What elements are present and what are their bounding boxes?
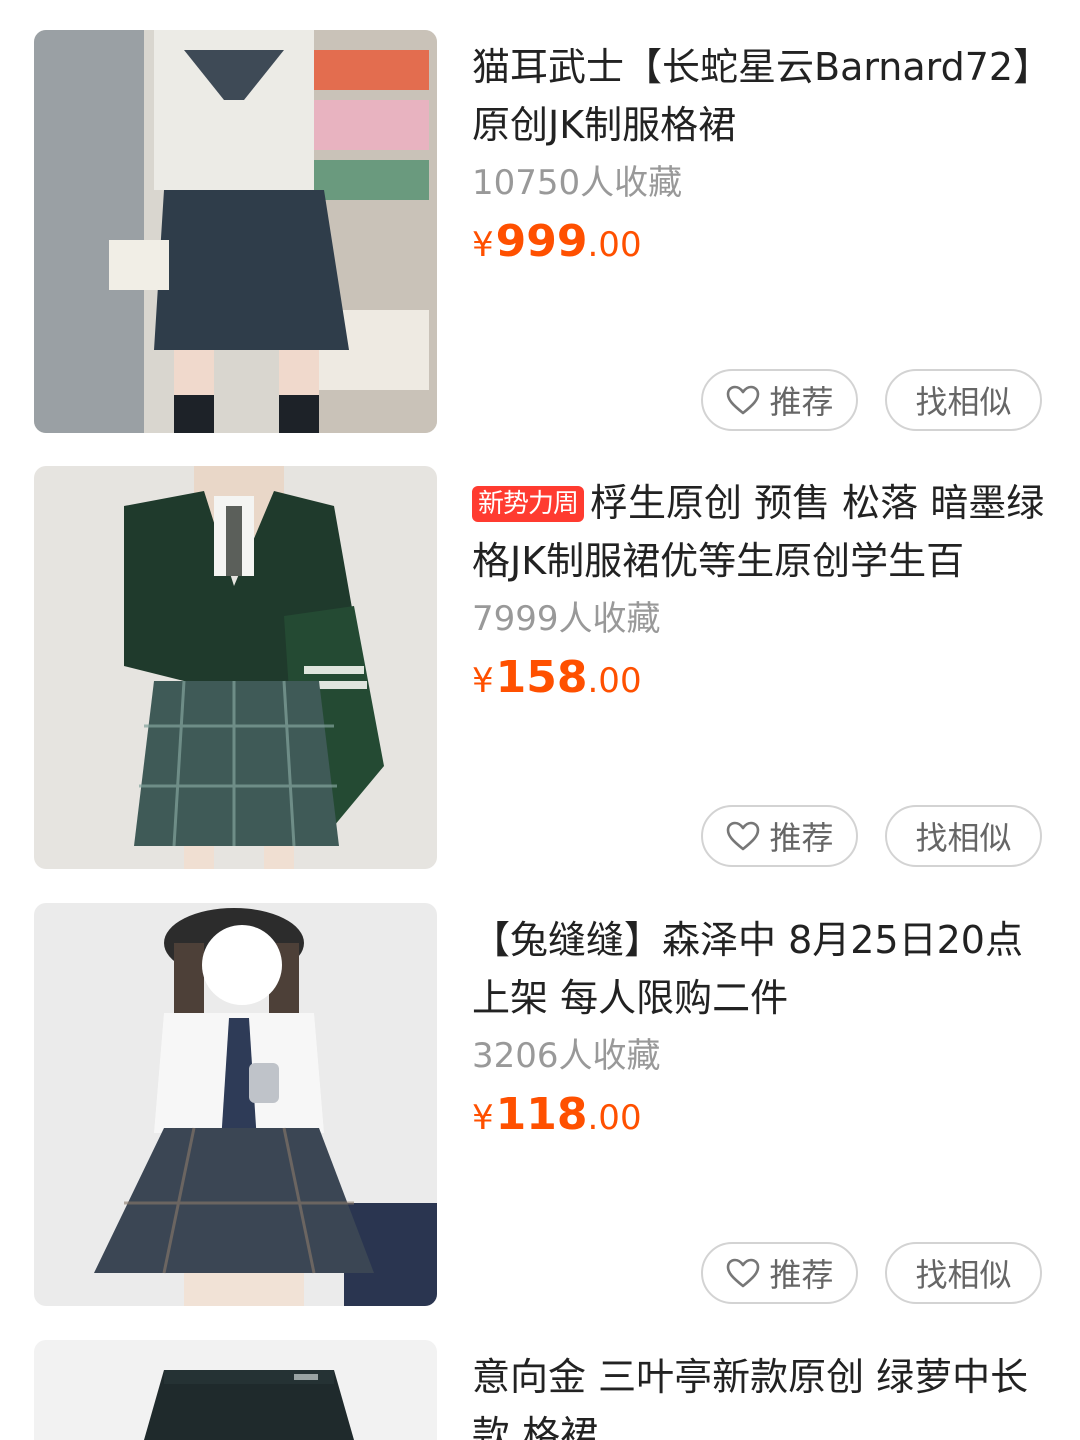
recommend-label: 推荐 [769, 819, 834, 857]
product-photo-uniform-shirt [34, 903, 437, 1306]
price: ¥118.00 [472, 1085, 642, 1154]
price-currency: ¥ [472, 225, 494, 265]
price: ¥158.00 [472, 648, 642, 717]
price-currency: ¥ [472, 661, 494, 701]
product-title-text: 【兔缝缝】森泽中 8月25日20点上架 每人限购二件 [472, 918, 1023, 1020]
product-title[interactable]: 【兔缝缝】森泽中 8月25日20点上架 每人限购二件 [472, 911, 1052, 1027]
find-similar-button[interactable]: 找相似 [885, 369, 1042, 431]
product-title[interactable]: 新势力周 桴生原创 预售 松落 暗墨绿格JK制服裙优等生原创学生百 [472, 474, 1052, 590]
find-similar-button[interactable]: 找相似 [885, 805, 1042, 867]
heart-outline-icon [727, 821, 760, 851]
product-card[interactable]: 新势力周 桴生原创 预售 松落 暗墨绿格JK制服裙优等生原创学生百 7999人收藏… [0, 466, 1080, 903]
heart-outline-icon [727, 1258, 760, 1288]
find-similar-label: 找相似 [915, 819, 1012, 857]
product-image[interactable] [34, 466, 437, 869]
price-decimal: .00 [587, 225, 642, 265]
heart-outline-icon [727, 385, 760, 415]
product-image[interactable] [34, 903, 437, 1306]
price-integer: 118 [495, 1089, 588, 1140]
product-photo-skirt [34, 1340, 437, 1440]
product-card[interactable]: 【兔缝缝】森泽中 8月25日20点上架 每人限购二件 3206人收藏 ¥118.… [0, 903, 1080, 1340]
find-similar-label: 找相似 [915, 383, 1012, 421]
find-similar-label: 找相似 [915, 1256, 1012, 1294]
price-integer: 158 [495, 652, 588, 703]
product-photo-uniform-sailor [34, 30, 437, 433]
find-similar-button[interactable]: 找相似 [885, 1242, 1042, 1304]
product-photo-uniform-blazer [34, 466, 437, 869]
price-integer: 999 [495, 216, 588, 267]
recommend-label: 推荐 [769, 1256, 834, 1294]
favorites-count: 7999人收藏 [472, 599, 661, 639]
recommend-label: 推荐 [769, 383, 834, 421]
product-image[interactable] [34, 30, 437, 433]
price-currency: ¥ [472, 1098, 494, 1138]
promo-badge: 新势力周 [472, 486, 585, 522]
product-title-text: 猫耳武士【长蛇星云Barnard72】 原创JK制服格裙 [472, 45, 1052, 147]
product-card[interactable]: 意向金 三叶亭新款原创 绿萝中长款 格裙 [0, 1340, 1080, 1440]
price: ¥999.00 [472, 212, 642, 281]
product-title-text: 意向金 三叶亭新款原创 绿萝中长款 格裙 [472, 1355, 1029, 1440]
price-decimal: .00 [587, 661, 642, 701]
product-title[interactable]: 意向金 三叶亭新款原创 绿萝中长款 格裙 [472, 1348, 1052, 1440]
recommend-button[interactable]: 推荐 [701, 1242, 858, 1304]
product-title[interactable]: 猫耳武士【长蛇星云Barnard72】 原创JK制服格裙 [472, 38, 1052, 154]
product-card[interactable]: 猫耳武士【长蛇星云Barnard72】 原创JK制服格裙 10750人收藏 ¥9… [0, 30, 1080, 467]
price-decimal: .00 [587, 1098, 642, 1138]
favorites-count: 10750人收藏 [472, 163, 683, 203]
favorites-count: 3206人收藏 [472, 1036, 661, 1076]
recommend-button[interactable]: 推荐 [701, 805, 858, 867]
recommend-button[interactable]: 推荐 [701, 369, 858, 431]
product-image[interactable] [34, 1340, 437, 1440]
product-list: 猫耳武士【长蛇星云Barnard72】 原创JK制服格裙 10750人收藏 ¥9… [0, 0, 1080, 1440]
